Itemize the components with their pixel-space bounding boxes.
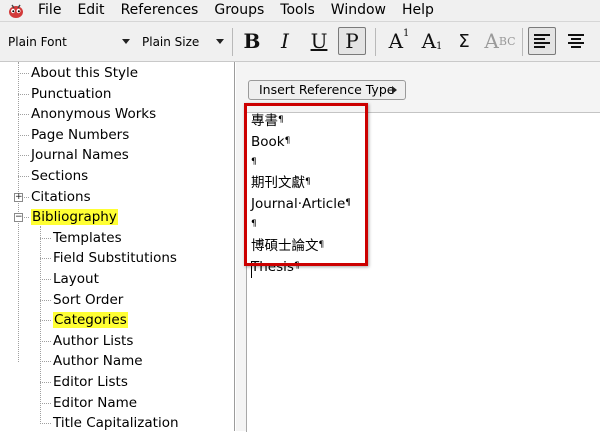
tree-connector — [40, 237, 51, 239]
superscript-mark: 1 — [403, 27, 410, 39]
italic-button[interactable]: I — [271, 27, 299, 55]
tree-item-label: Journal Names — [31, 147, 129, 164]
tree-item[interactable]: Title Capitalization — [53, 413, 179, 431]
plain-button[interactable]: P — [338, 27, 366, 55]
toolbar-divider — [375, 28, 376, 56]
tree-connector — [18, 155, 29, 157]
tree-item[interactable]: Categories — [53, 310, 128, 330]
tree-item-label: Bibliography — [31, 209, 118, 226]
menu-help[interactable]: Help — [394, 0, 442, 21]
tree-item-label: Layout — [53, 271, 99, 287]
tree-item[interactable]: Page Numbers — [31, 125, 129, 145]
subscript-button[interactable]: A1 — [418, 27, 446, 55]
tree-item-label: Templates — [53, 229, 122, 246]
tree-connector — [18, 114, 29, 116]
app-icon[interactable] — [6, 1, 26, 21]
tree-connector — [40, 226, 41, 422]
subscript-base: A — [421, 29, 437, 53]
menu-window[interactable]: Window — [323, 0, 394, 21]
small-caps-big: A — [484, 29, 499, 53]
toolbar-divider — [522, 28, 523, 56]
bold-button[interactable]: B — [238, 27, 266, 55]
tree-connector — [40, 299, 51, 301]
arrow-right-icon — [392, 86, 397, 94]
menu-references[interactable]: References — [113, 0, 207, 21]
menu-bar: File Edit References Groups Tools Window… — [0, 0, 600, 22]
tree-item[interactable]: Layout — [53, 269, 99, 289]
tree-connector — [18, 176, 29, 177]
tree-item[interactable]: Journal Names — [31, 145, 129, 165]
tree-item-label: Editor Name — [53, 394, 138, 411]
small-caps-small: BC — [498, 34, 516, 48]
tree-connector — [40, 423, 51, 425]
tree-item[interactable]: Punctuation — [31, 84, 111, 104]
style-tree-panel: About this Style Punctuation Anonymous Wor… — [0, 62, 235, 431]
toolbar-divider — [232, 28, 233, 56]
tree-item-label: Editor Lists — [53, 374, 128, 390]
tree-item-label: Sort Order — [53, 291, 124, 308]
font-select[interactable]: Plain Font — [4, 32, 132, 52]
tree-item[interactable]: Sections — [31, 166, 88, 186]
tree-connector — [40, 382, 51, 383]
tree-connector — [18, 134, 29, 136]
tree-item-label: Citations — [31, 188, 91, 205]
size-select-value: Plain Size — [142, 35, 200, 49]
tree-item[interactable]: Author Lists — [53, 331, 133, 351]
tree-connector — [40, 340, 51, 342]
tree-item-label: Categories — [53, 312, 128, 329]
tree-connector — [18, 93, 29, 95]
tree-item[interactable]: Templates — [53, 228, 122, 248]
align-center-button[interactable] — [562, 27, 590, 55]
chevron-down-icon — [216, 39, 224, 44]
tree-item[interactable]: Editor Name — [53, 393, 137, 413]
tree-item[interactable]: Citations — [31, 187, 91, 207]
superscript-button[interactable]: A1 — [385, 27, 413, 55]
chevron-down-icon — [122, 39, 130, 44]
tree-item[interactable]: About this Style — [31, 63, 138, 83]
menu-file[interactable]: File — [30, 0, 69, 21]
underline-button[interactable]: U — [305, 27, 333, 55]
tree-item[interactable]: Field Substitutions — [53, 248, 177, 268]
tree-connector — [40, 320, 51, 322]
tree-item-label: Field Substitutions — [53, 250, 177, 267]
symbol-button[interactable]: Σ — [450, 27, 478, 55]
tree-item-label: Title Capitalization — [53, 415, 179, 431]
tree-item[interactable]: Anonymous Works — [31, 104, 156, 124]
tree-item[interactable]: Author Name — [53, 351, 143, 371]
collapse-icon[interactable]: − — [14, 213, 23, 223]
tree-item-label: Page Numbers — [31, 126, 130, 143]
tree-item[interactable]: Editor Lists — [53, 372, 128, 392]
tree-item-label: About this Style — [31, 65, 139, 81]
menu-tools[interactable]: Tools — [272, 0, 323, 21]
menu-edit[interactable]: Edit — [69, 0, 112, 21]
annotation-highlight-box — [244, 103, 368, 266]
expand-icon[interactable]: + — [14, 192, 23, 202]
size-select[interactable]: Plain Size — [138, 32, 226, 52]
superscript-base: A — [388, 29, 404, 53]
menu-groups[interactable]: Groups — [206, 0, 272, 21]
tree-item-label: Sections — [31, 168, 89, 184]
tree-connector — [40, 258, 51, 260]
tree-item-label: Punctuation — [31, 85, 112, 102]
insert-reference-type-button[interactable]: Insert Reference Type — [248, 80, 406, 100]
insert-reference-type-label: Insert Reference Type — [259, 82, 395, 97]
tree-item-label: Anonymous Works — [31, 106, 157, 123]
tree-connector — [40, 402, 51, 404]
font-select-value: Plain Font — [8, 35, 67, 49]
subscript-mark: 1 — [436, 40, 443, 52]
tree-item[interactable]: Bibliography — [31, 207, 118, 227]
tree-connector — [18, 73, 29, 74]
align-left-icon — [534, 34, 550, 48]
tree-item-label: Author Name — [53, 353, 143, 370]
tree-connector — [40, 361, 51, 363]
tree-item[interactable]: Sort Order — [53, 290, 123, 310]
tree-item-label: Author Lists — [53, 332, 134, 349]
align-center-icon — [568, 34, 584, 48]
format-toolbar: Plain Font Plain Size B I U P A1 A1 Σ AB… — [0, 22, 600, 62]
align-left-button[interactable] — [528, 27, 556, 55]
small-caps-button[interactable]: A BC — [483, 27, 517, 55]
tree-connector — [40, 279, 51, 280]
